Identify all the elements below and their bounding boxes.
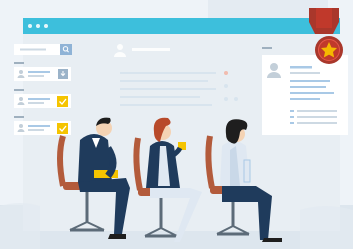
window-control-dot <box>36 24 40 28</box>
user-icon <box>19 97 23 101</box>
window-control-dot <box>44 24 48 28</box>
user-icon <box>19 124 23 128</box>
search-bar[interactable] <box>14 44 72 55</box>
check-icon[interactable] <box>57 123 68 134</box>
window-title-bar <box>23 18 340 34</box>
hiring-illustration <box>0 0 353 249</box>
avatar <box>270 63 278 71</box>
check-icon[interactable] <box>57 96 68 107</box>
user-icon <box>117 44 123 50</box>
user-icon <box>19 70 23 74</box>
search-button[interactable] <box>60 44 72 55</box>
candidate-list <box>14 62 71 135</box>
window-control-dot <box>28 24 32 28</box>
